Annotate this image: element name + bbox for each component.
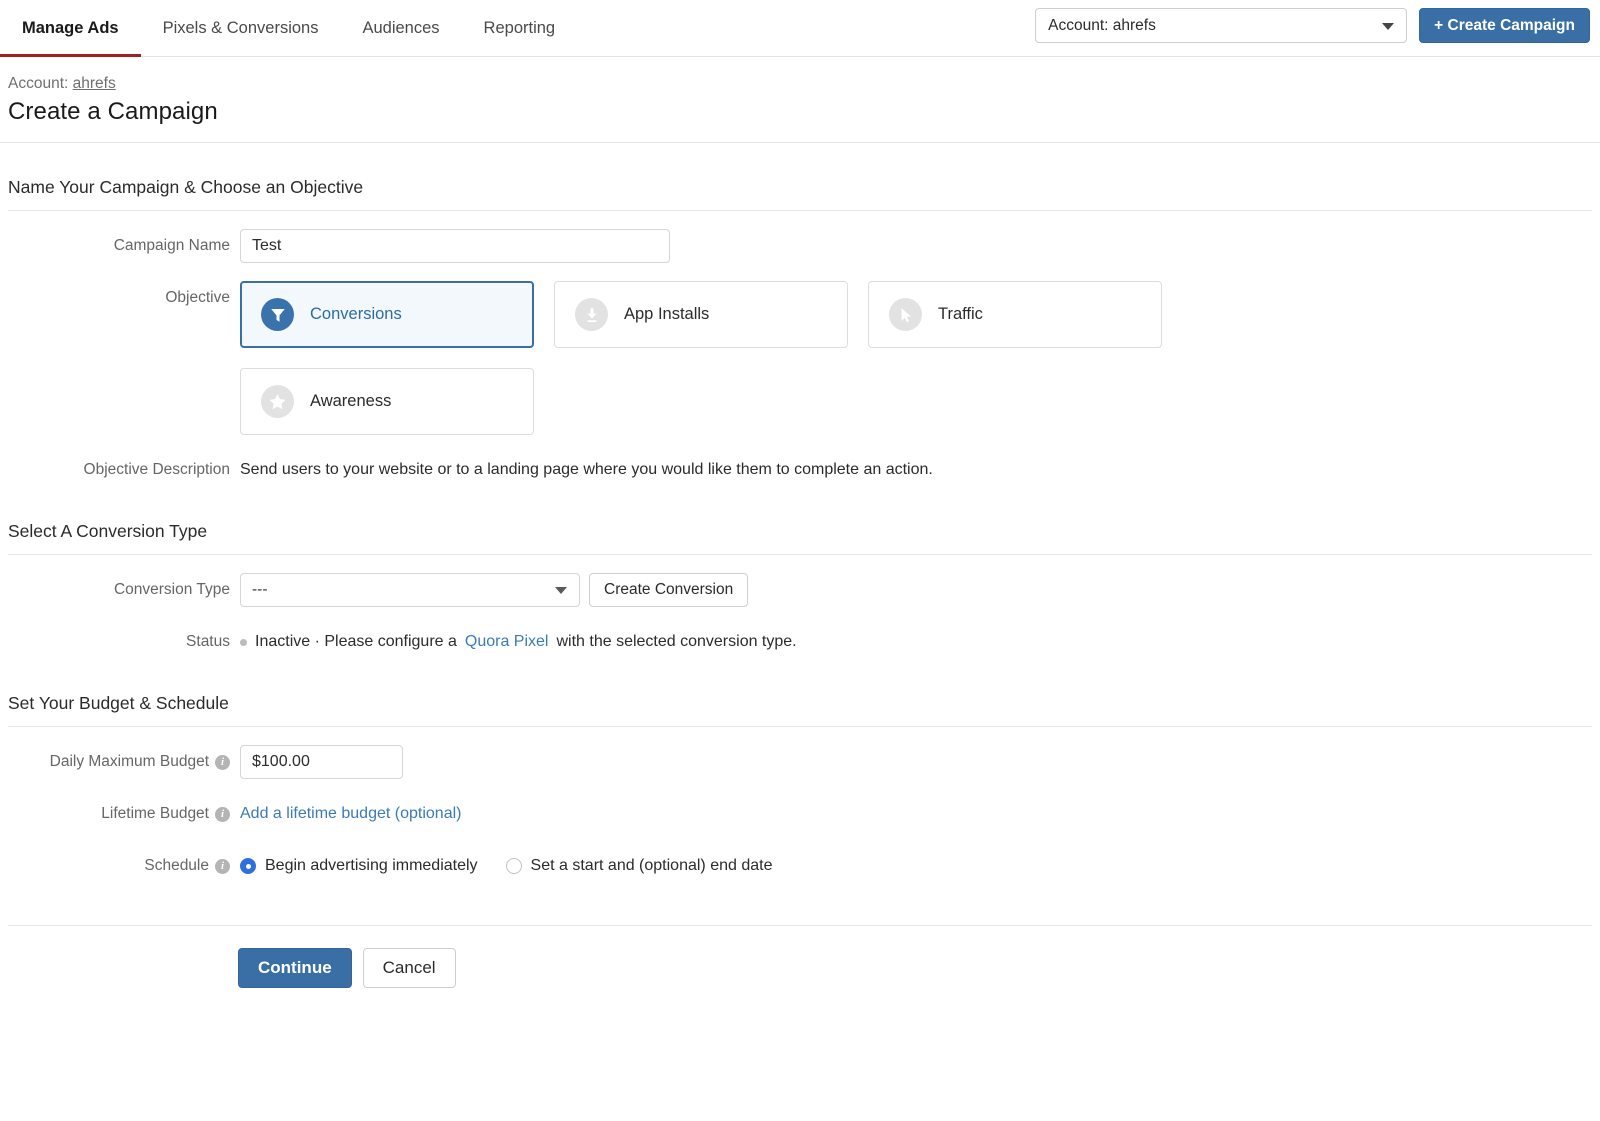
quora-pixel-link[interactable]: Quora Pixel <box>465 625 549 659</box>
objective-card-conversions[interactable]: Conversions <box>240 281 534 348</box>
account-select-value: Account: ahrefs <box>1048 17 1156 35</box>
objective-card-label: Conversions <box>310 305 402 324</box>
funnel-icon <box>261 298 294 331</box>
nav-tab-manage-ads[interactable]: Manage Ads <box>0 0 141 56</box>
schedule-label: Schedule <box>144 849 209 883</box>
objective-field-wrap: Conversions App Installs <box>240 281 1600 435</box>
objective-label: Objective <box>8 281 240 315</box>
add-lifetime-budget-link[interactable]: Add a lifetime budget (optional) <box>240 805 461 822</box>
chevron-down-icon <box>555 587 567 594</box>
create-conversion-button[interactable]: Create Conversion <box>589 573 748 607</box>
top-navigation-bar: Manage Ads Pixels & Conversions Audience… <box>0 0 1600 57</box>
objective-card-app-installs[interactable]: App Installs <box>554 281 848 348</box>
objective-card-traffic[interactable]: Traffic <box>868 281 1162 348</box>
create-campaign-page: Manage Ads Pixels & Conversions Audience… <box>0 0 1600 1121</box>
form-actions: Continue Cancel <box>0 926 1600 988</box>
schedule-option-immediate[interactable]: Begin advertising immediately <box>240 857 478 875</box>
campaign-name-label: Campaign Name <box>8 229 240 263</box>
status-dot-icon <box>240 639 247 646</box>
create-campaign-button[interactable]: + Create Campaign <box>1419 8 1590 43</box>
conversion-type-field-wrap: --- Create Conversion <box>240 573 1600 607</box>
schedule-radio-group: Begin advertising immediately Set a star… <box>240 849 1600 883</box>
section-title-objective: Name Your Campaign & Choose an Objective <box>8 143 1600 210</box>
objective-card-label: Traffic <box>938 305 983 324</box>
cursor-icon <box>889 298 922 331</box>
objective-card-label: App Installs <box>624 305 709 324</box>
lifetime-budget-label: Lifetime Budget <box>101 797 209 831</box>
objective-description-wrap: Send users to your website or to a landi… <box>240 453 1600 487</box>
objective-row: Objective Conversions <box>8 263 1600 435</box>
cancel-button[interactable]: Cancel <box>363 948 456 988</box>
nav-right-controls: Account: ahrefs + Create Campaign <box>1035 8 1590 43</box>
daily-budget-label-wrap: Daily Maximum Budget i <box>8 745 240 779</box>
nav-tab-pixels-conversions[interactable]: Pixels & Conversions <box>141 0 341 56</box>
status-text-after: with the selected conversion type. <box>556 625 796 659</box>
nav-tab-audiences[interactable]: Audiences <box>340 0 461 56</box>
objective-card-label: Awareness <box>310 392 391 411</box>
account-select[interactable]: Account: ahrefs <box>1035 8 1407 43</box>
info-icon[interactable]: i <box>215 859 230 874</box>
section-title-budget: Set Your Budget & Schedule <box>8 659 1600 726</box>
schedule-row: Schedule i Begin advertising immediately… <box>8 831 1600 883</box>
nav-tab-list: Manage Ads Pixels & Conversions Audience… <box>0 0 577 56</box>
section-conversion-type: Select A Conversion Type Conversion Type… <box>0 487 1600 659</box>
schedule-option-label: Begin advertising immediately <box>265 857 478 875</box>
schedule-option-label: Set a start and (optional) end date <box>531 857 773 875</box>
schedule-field-wrap: Begin advertising immediately Set a star… <box>240 849 1600 883</box>
daily-budget-input[interactable] <box>240 745 403 779</box>
conversion-type-controls: --- Create Conversion <box>240 573 1600 607</box>
objective-description-row: Objective Description Send users to your… <box>8 435 1600 487</box>
continue-button[interactable]: Continue <box>238 948 352 988</box>
radio-button-icon[interactable] <box>240 858 256 874</box>
daily-budget-label: Daily Maximum Budget <box>50 745 209 779</box>
section-title-conversion: Select A Conversion Type <box>8 487 1600 554</box>
objective-description-text: Send users to your website or to a landi… <box>240 453 1600 487</box>
info-icon[interactable]: i <box>215 807 230 822</box>
conversion-type-label: Conversion Type <box>8 573 240 607</box>
breadcrumb-account-link[interactable]: ahrefs <box>73 75 116 92</box>
download-icon <box>575 298 608 331</box>
objective-card-grid: Conversions App Installs <box>240 281 1205 435</box>
page-title: Create a Campaign <box>8 98 1600 126</box>
schedule-option-start-end-date[interactable]: Set a start and (optional) end date <box>506 857 773 875</box>
info-icon[interactable]: i <box>215 755 230 770</box>
page-header: Account: ahrefs Create a Campaign <box>0 57 1600 143</box>
breadcrumb-prefix: Account: <box>8 75 68 92</box>
star-icon <box>261 385 294 418</box>
breadcrumb: Account: ahrefs <box>8 75 1600 93</box>
radio-button-icon[interactable] <box>506 858 522 874</box>
lifetime-budget-field-wrap: Add a lifetime budget (optional) <box>240 797 1600 831</box>
campaign-name-input[interactable] <box>240 229 670 263</box>
conversion-status-row: Status Inactive · Please configure a Quo… <box>8 607 1600 659</box>
lifetime-budget-label-wrap: Lifetime Budget i <box>8 797 240 831</box>
daily-budget-field-wrap <box>240 745 1600 779</box>
lifetime-budget-row: Lifetime Budget i Add a lifetime budget … <box>8 779 1600 831</box>
chevron-down-icon <box>1382 23 1394 30</box>
campaign-name-row: Campaign Name <box>8 211 1600 263</box>
objective-description-label: Objective Description <box>8 453 240 487</box>
daily-budget-row: Daily Maximum Budget i <box>8 727 1600 779</box>
campaign-name-field-wrap <box>240 229 1600 263</box>
section-budget-schedule: Set Your Budget & Schedule Daily Maximum… <box>0 659 1600 883</box>
status-badge: Inactive · Please configure a Quora Pixe… <box>240 625 1600 659</box>
section-name-and-objective: Name Your Campaign & Choose an Objective… <box>0 143 1600 487</box>
objective-card-awareness[interactable]: Awareness <box>240 368 534 435</box>
conversion-type-row: Conversion Type --- Create Conversion <box>8 555 1600 607</box>
status-field-wrap: Inactive · Please configure a Quora Pixe… <box>240 625 1600 659</box>
status-text-before: Inactive · Please configure a <box>255 625 457 659</box>
conversion-type-select-value: --- <box>252 581 268 598</box>
status-label: Status <box>8 625 240 659</box>
conversion-type-select[interactable]: --- <box>240 573 580 607</box>
nav-tab-reporting[interactable]: Reporting <box>462 0 578 56</box>
schedule-label-wrap: Schedule i <box>8 849 240 883</box>
